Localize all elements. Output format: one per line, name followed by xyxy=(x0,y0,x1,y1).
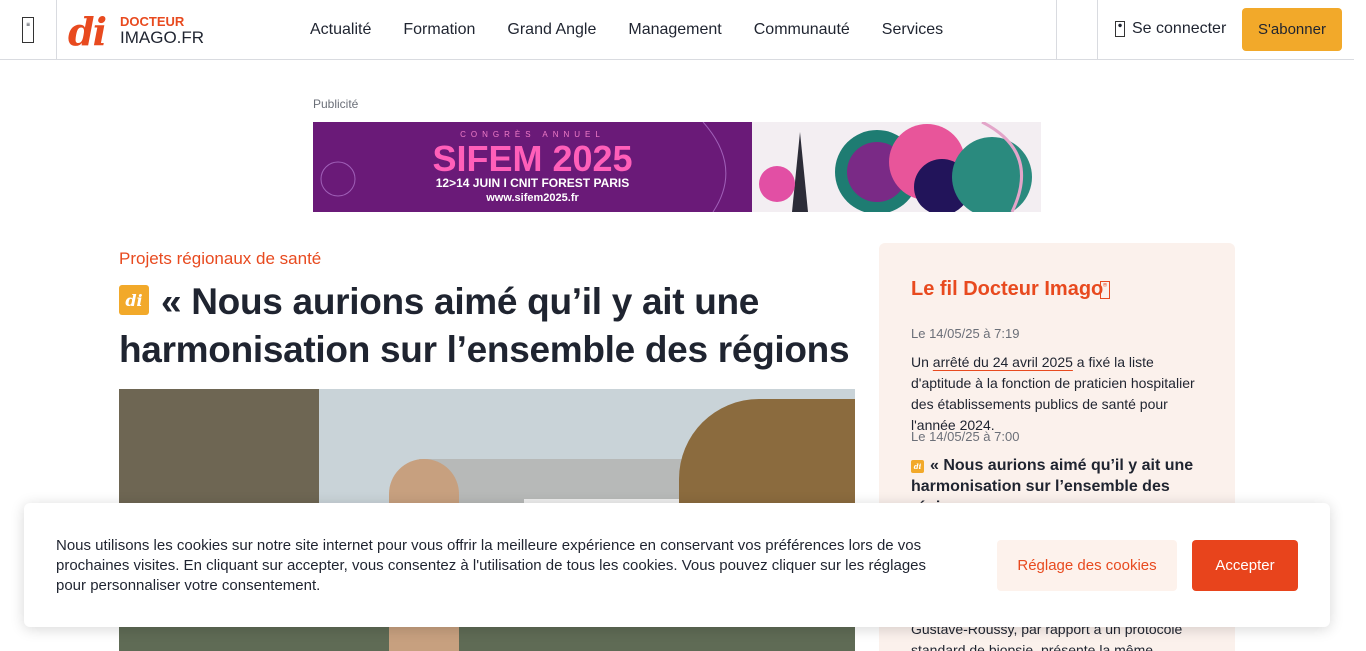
login-link[interactable]: ● Se connecter xyxy=(1115,20,1226,38)
login-label: Se connecter xyxy=(1132,20,1227,37)
ad-illustration-art xyxy=(752,122,1041,212)
header-divider xyxy=(1056,0,1057,59)
news-link[interactable]: arrêté du 24 avril 2025 xyxy=(933,354,1073,370)
subscribe-button[interactable]: S'abonner xyxy=(1242,8,1342,51)
user-icon: ● xyxy=(1115,21,1125,37)
cookie-accept-button[interactable]: Accepter xyxy=(1192,540,1298,591)
ad-label: Publicité xyxy=(313,97,359,111)
news-body: Un arrêté du 24 avril 2025 a fixé la lis… xyxy=(911,352,1211,436)
menu-button[interactable]: ≡ xyxy=(0,0,57,59)
logo-line1: DOCTEUR xyxy=(120,14,185,29)
scrollbar[interactable] xyxy=(1354,0,1366,651)
nav-item-management[interactable]: Management xyxy=(612,21,737,39)
nav-item-formation[interactable]: Formation xyxy=(387,21,491,39)
di-badge-icon: di xyxy=(911,460,924,473)
di-badge-icon: di xyxy=(119,285,149,315)
ad-left-panel: CONGRÈS ANNUEL SIFEM 2025 12>14 JUIN I C… xyxy=(313,122,752,212)
nav-item-communaute[interactable]: Communauté xyxy=(738,21,866,39)
site-logo[interactable]: di DOCTEUR IMAGO.FR xyxy=(68,9,208,54)
news-item[interactable]: Le 14/05/25 à 7:19 Un arrêté du 24 avril… xyxy=(911,326,1211,436)
news-body-prefix: Un xyxy=(911,354,933,370)
nav-item-actualite[interactable]: Actualité xyxy=(294,21,387,39)
ad-dates: 12>14 JUIN I CNIT FOREST PARIS xyxy=(435,176,630,190)
cookie-banner: Nous utilisons les cookies sur notre sit… xyxy=(24,503,1330,627)
feed-icon: ▤ xyxy=(1100,281,1110,299)
news-date: Le 14/05/25 à 7:19 xyxy=(911,326,1020,341)
nav-item-grand-angle[interactable]: Grand Angle xyxy=(491,21,612,39)
sidebar-title[interactable]: Le fil Docteur Imago xyxy=(911,278,1103,301)
ad-title: SIFEM 2025 xyxy=(432,138,633,179)
header-divider xyxy=(1097,0,1098,59)
logo-mark: di xyxy=(68,9,107,54)
main-nav: Actualité Formation Grand Angle Manageme… xyxy=(294,0,959,59)
nav-item-services[interactable]: Services xyxy=(866,21,959,39)
cookie-settings-button[interactable]: Réglage des cookies xyxy=(997,540,1177,591)
ad-url: www.sifem2025.fr xyxy=(486,192,579,204)
cookie-message: Nous utilisons les cookies sur notre sit… xyxy=(56,537,927,594)
menu-icon: ≡ xyxy=(22,16,34,43)
ad-illustration xyxy=(752,122,1041,212)
logo-line2: IMAGO.FR xyxy=(120,28,205,47)
site-header: ≡ di DOCTEUR IMAGO.FR Actualité Formatio… xyxy=(0,0,1366,60)
news-date: Le 14/05/25 à 7:00 xyxy=(911,429,1020,444)
article-category[interactable]: Projets régionaux de santé xyxy=(119,249,321,269)
ad-banner[interactable]: CONGRÈS ANNUEL SIFEM 2025 12>14 JUIN I C… xyxy=(313,122,1041,212)
